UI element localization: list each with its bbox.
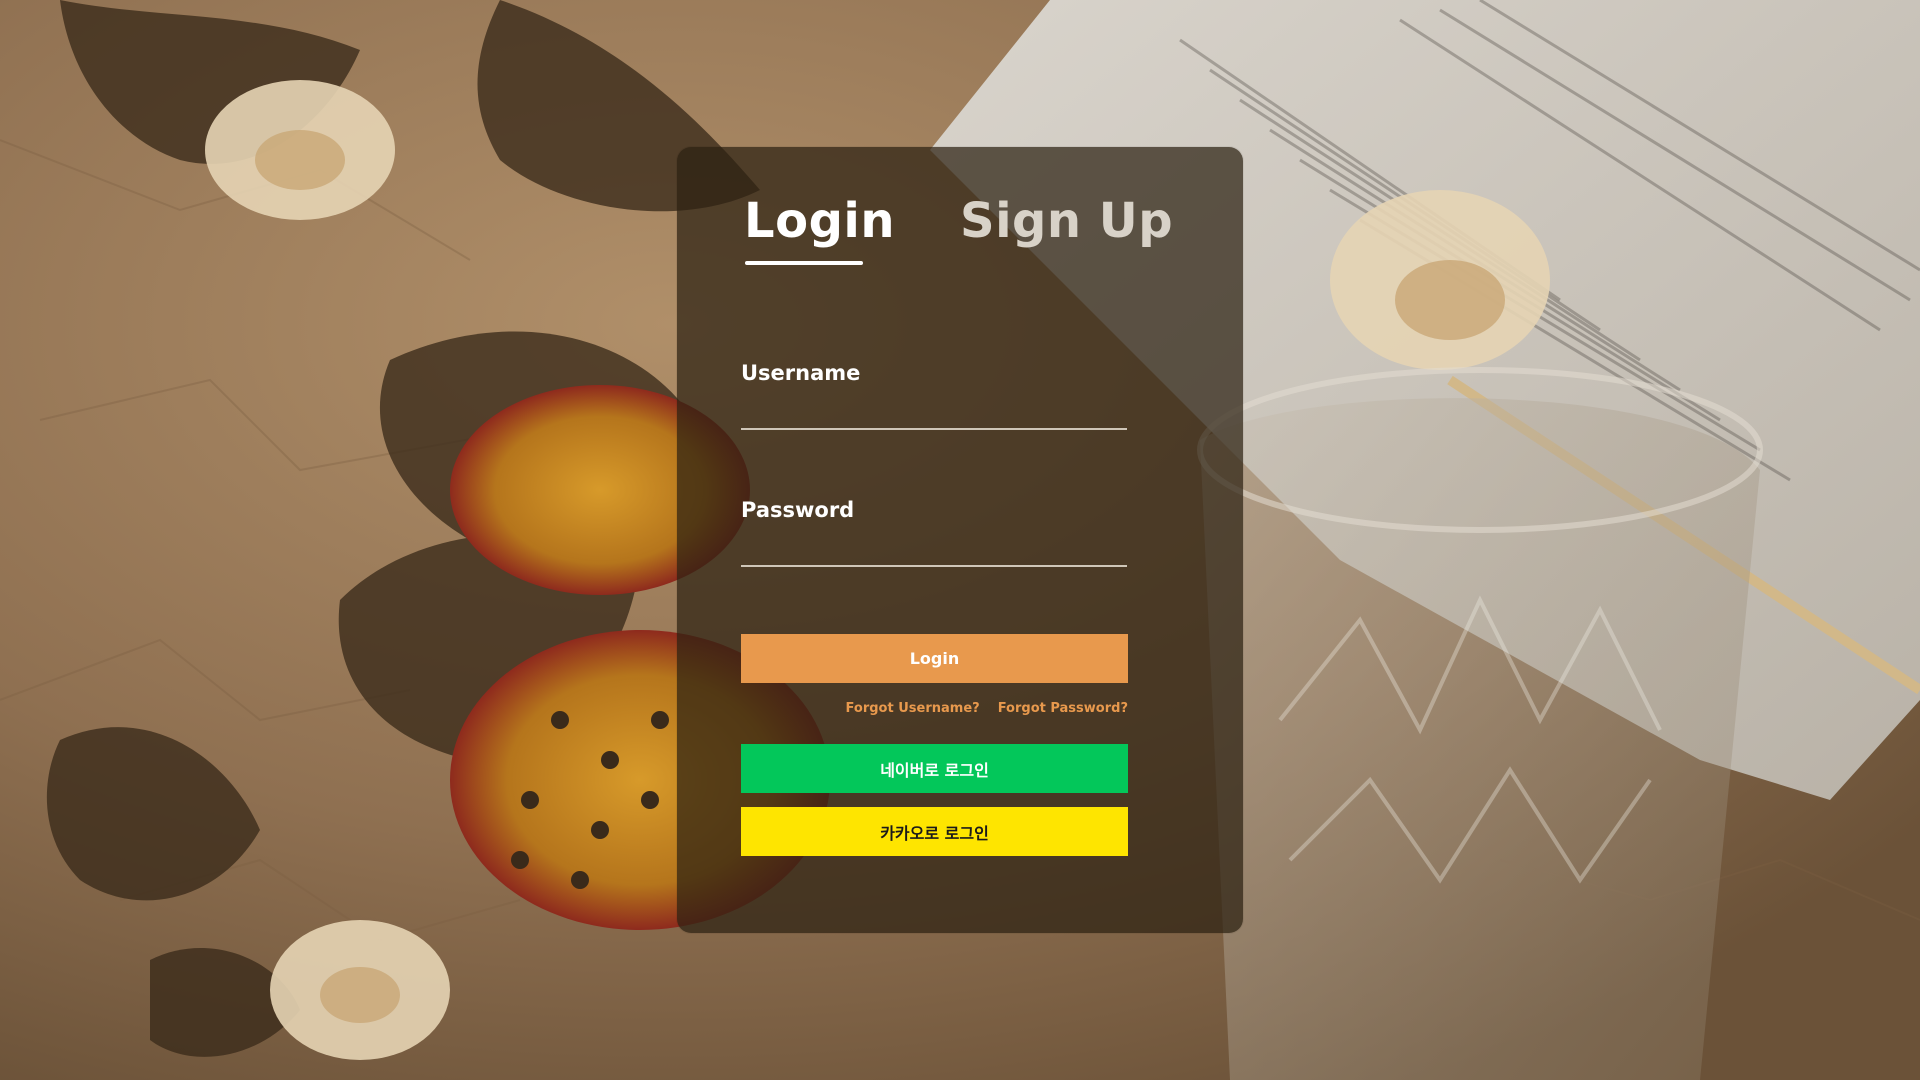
password-label: Password [741,498,855,522]
tab-signup[interactable]: Sign Up [960,197,1173,245]
login-panel: Login Sign Up Username Password Login Fo… [677,147,1243,933]
forgot-username-link[interactable]: Forgot Username? [846,701,980,716]
login-button[interactable]: Login [741,634,1128,683]
forgot-links: Forgot Username? Forgot Password? [741,701,1128,716]
username-label: Username [741,361,861,385]
kakao-login-button[interactable]: 카카오로 로그인 [741,807,1128,856]
password-input[interactable] [741,531,1127,567]
forgot-password-link[interactable]: Forgot Password? [998,701,1128,716]
username-input[interactable] [741,394,1127,430]
active-tab-indicator [745,261,863,265]
naver-login-button[interactable]: 네이버로 로그인 [741,744,1128,793]
tab-login[interactable]: Login [744,197,895,245]
